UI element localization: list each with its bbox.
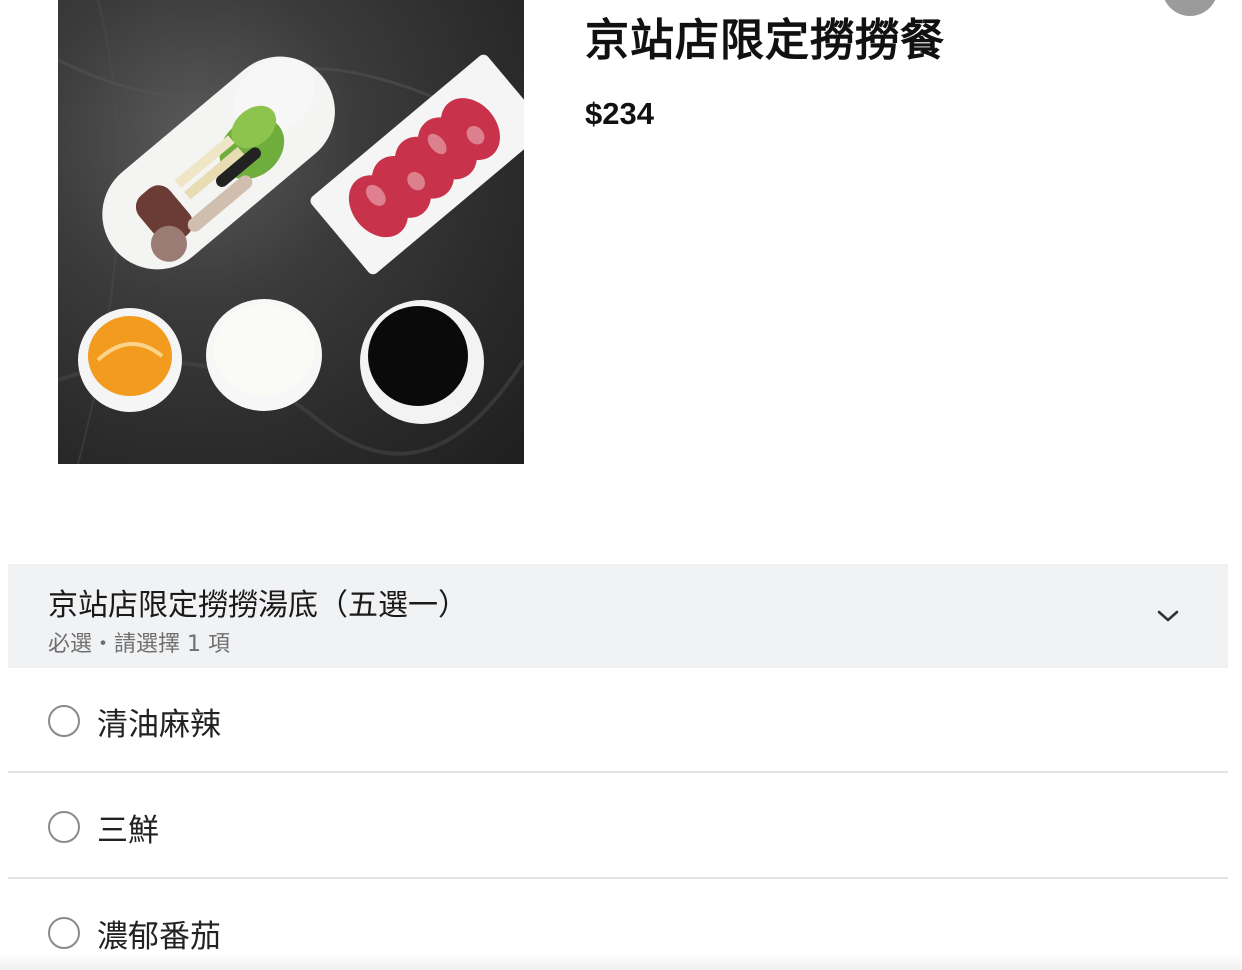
- chevron-down-icon[interactable]: [1156, 604, 1180, 628]
- close-button[interactable]: [1162, 0, 1218, 16]
- bottom-edge-shadow: [0, 954, 1242, 970]
- product-image: [58, 0, 524, 464]
- option-group-requirement: 必選・請選擇 1 項: [48, 632, 230, 657]
- item-title: 京站店限定撈撈餐: [585, 15, 945, 66]
- option-choice-label: 清油麻辣: [97, 707, 221, 743]
- radio-button[interactable]: [48, 705, 80, 737]
- item-price: $234: [585, 96, 654, 131]
- option-group-title: 京站店限定撈撈湯底（五選一）: [48, 588, 468, 623]
- option-choice-label: 濃郁番茄: [97, 919, 221, 955]
- hotpot-set-illustration: [58, 0, 524, 464]
- option-choice[interactable]: 清油麻辣: [8, 668, 1228, 773]
- radio-button[interactable]: [48, 917, 80, 949]
- option-choice-label: 三鮮: [97, 813, 159, 849]
- option-choice[interactable]: 三鮮: [8, 774, 1228, 879]
- radio-button[interactable]: [48, 811, 80, 843]
- item-detail-page: 京站店限定撈撈餐 $234 京站店限定撈撈湯底（五選一） 必選・請選擇 1 項 …: [0, 0, 1242, 970]
- option-group-header[interactable]: 京站店限定撈撈湯底（五選一） 必選・請選擇 1 項: [8, 564, 1228, 668]
